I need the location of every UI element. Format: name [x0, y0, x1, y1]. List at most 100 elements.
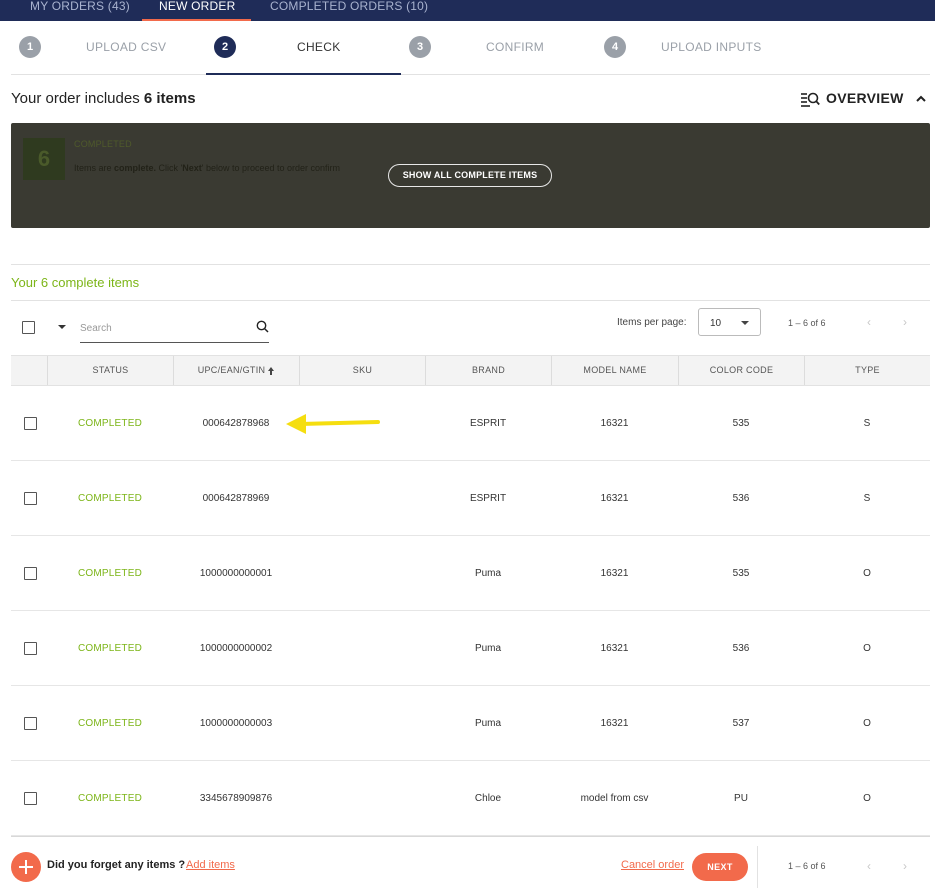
row-upc: 000642878968 — [202, 418, 270, 429]
step-label: CHECK — [297, 40, 341, 54]
header-brand[interactable]: BRAND — [425, 356, 551, 385]
row-color-code: 535 — [732, 418, 750, 429]
items-per-page-label: Items per page: — [617, 317, 687, 328]
sort-ascending-icon — [268, 366, 275, 375]
complete-items-heading: Your 6 complete items — [11, 275, 140, 290]
pagination-range: 1 – 6 of 6 — [788, 318, 826, 328]
table-row[interactable]: COMPLETED 1000000000001 Puma 16321 535 O — [11, 536, 930, 611]
tab-my-orders[interactable]: MY ORDERS (43) — [30, 0, 130, 21]
table-row[interactable]: COMPLETED 000642878969 ESPRIT 16321 536 … — [11, 461, 930, 536]
row-model-name: 16321 — [600, 643, 629, 654]
step-label: CONFIRM — [486, 40, 545, 54]
row-upc: 1000000000003 — [199, 718, 273, 729]
add-items-link[interactable]: Add items — [186, 859, 235, 871]
row-type: S — [863, 418, 871, 429]
row-type: S — [863, 493, 871, 504]
row-brand: Puma — [474, 568, 502, 579]
previous-page-icon[interactable]: ‹ — [867, 316, 877, 328]
row-upc: 000642878969 — [202, 493, 270, 504]
row-type: O — [863, 793, 871, 804]
tab-new-order[interactable]: NEW ORDER — [159, 0, 235, 21]
info-text-part: Items are — [74, 163, 115, 173]
row-brand: ESPRIT — [469, 418, 507, 429]
header-model-name[interactable]: MODEL NAME — [551, 356, 678, 385]
footer-vertical-divider — [757, 846, 758, 888]
table-header: STATUS UPC/EAN/GTIN SKU BRAND MODEL NAME… — [11, 355, 930, 386]
row-color-code: 535 — [732, 568, 750, 579]
row-type: O — [863, 718, 871, 729]
overview-label: OVERVIEW — [826, 90, 904, 106]
table-row[interactable]: COMPLETED 3345678909876 Chloe model from… — [11, 761, 930, 836]
tab-completed-orders[interactable]: COMPLETED ORDERS (10) — [270, 0, 428, 21]
footer-divider — [11, 836, 930, 837]
row-checkbox[interactable] — [24, 492, 37, 505]
search-input[interactable] — [80, 320, 240, 336]
active-step-indicator — [206, 73, 401, 75]
order-summary-title: Your order includes 6 items — [11, 90, 196, 107]
info-text-bold: complete. — [114, 163, 157, 173]
row-brand: Chloe — [474, 793, 502, 804]
row-model-name: 16321 — [600, 568, 629, 579]
add-items-plus-icon[interactable] — [11, 852, 41, 882]
search-field — [80, 318, 269, 343]
top-navigation: MY ORDERS (43) NEW ORDER COMPLETED ORDER… — [0, 0, 935, 21]
header-checkbox-column — [11, 356, 47, 385]
row-upc: 3345678909876 — [199, 793, 273, 804]
step-number: 2 — [214, 36, 236, 58]
row-status: COMPLETED — [77, 418, 143, 429]
info-text-next: Next — [182, 163, 202, 173]
header-upc[interactable]: UPC/EAN/GTIN — [173, 356, 299, 385]
search-icon[interactable] — [256, 320, 269, 333]
row-color-code: 536 — [732, 643, 750, 654]
row-checkbox[interactable] — [24, 717, 37, 730]
info-text-part: ' below to proceed to order confirm — [201, 163, 341, 173]
next-button[interactable]: NEXT — [692, 853, 748, 881]
items-per-page-value: 10 — [710, 318, 722, 329]
row-checkbox[interactable] — [24, 417, 37, 430]
step-number: 1 — [19, 36, 41, 58]
row-brand: ESPRIT — [469, 493, 507, 504]
select-dropdown-caret-icon[interactable] — [58, 325, 66, 329]
select-all-checkbox[interactable] — [22, 321, 35, 334]
row-status: COMPLETED — [77, 718, 143, 729]
show-all-complete-items-button[interactable]: SHOW ALL COMPLETE ITEMS — [388, 164, 552, 187]
row-upc: 1000000000002 — [199, 643, 273, 654]
chevron-down-icon — [741, 321, 749, 325]
row-model-name: 16321 — [600, 718, 629, 729]
step-label: UPLOAD INPUTS — [661, 40, 762, 54]
footer-next-page-icon[interactable]: › — [903, 860, 913, 872]
plus-vertical — [25, 860, 27, 874]
row-checkbox[interactable] — [24, 567, 37, 580]
order-item-count: 6 items — [143, 90, 196, 107]
row-upc: 1000000000001 — [199, 568, 273, 579]
order-summary-prefix: Your order includes — [11, 90, 144, 107]
step-number: 4 — [604, 36, 626, 58]
header-color-code[interactable]: COLOR CODE — [678, 356, 804, 385]
header-sku[interactable]: SKU — [299, 356, 425, 385]
table-row[interactable]: COMPLETED 000642878968 ESPRIT 16321 535 … — [11, 386, 930, 461]
divider — [11, 300, 930, 301]
cancel-order-link[interactable]: Cancel order — [621, 859, 684, 871]
row-checkbox[interactable] — [24, 642, 37, 655]
items-per-page-select[interactable]: 10 — [698, 308, 761, 336]
row-type: O — [863, 568, 871, 579]
list-search-icon — [801, 92, 820, 107]
row-color-code: PU — [734, 793, 748, 804]
row-status: COMPLETED — [77, 568, 143, 579]
next-page-icon[interactable]: › — [903, 316, 913, 328]
completed-status-label: COMPLETED — [74, 139, 132, 149]
footer-pagination-range: 1 – 6 of 6 — [788, 861, 826, 871]
table-row[interactable]: COMPLETED 1000000000002 Puma 16321 536 O — [11, 611, 930, 686]
header-type[interactable]: TYPE — [804, 356, 930, 385]
row-sku — [299, 686, 425, 761]
step-number: 3 — [409, 36, 431, 58]
chevron-up-icon — [916, 95, 926, 102]
row-model-name: 16321 — [600, 418, 629, 429]
row-color-code: 537 — [732, 718, 750, 729]
footer-previous-page-icon[interactable]: ‹ — [867, 860, 877, 872]
active-tab-indicator — [142, 19, 251, 21]
row-checkbox[interactable] — [24, 792, 37, 805]
header-status[interactable]: STATUS — [47, 356, 173, 385]
row-status: COMPLETED — [77, 643, 143, 654]
table-row[interactable]: COMPLETED 1000000000003 Puma 16321 537 O — [11, 686, 930, 761]
